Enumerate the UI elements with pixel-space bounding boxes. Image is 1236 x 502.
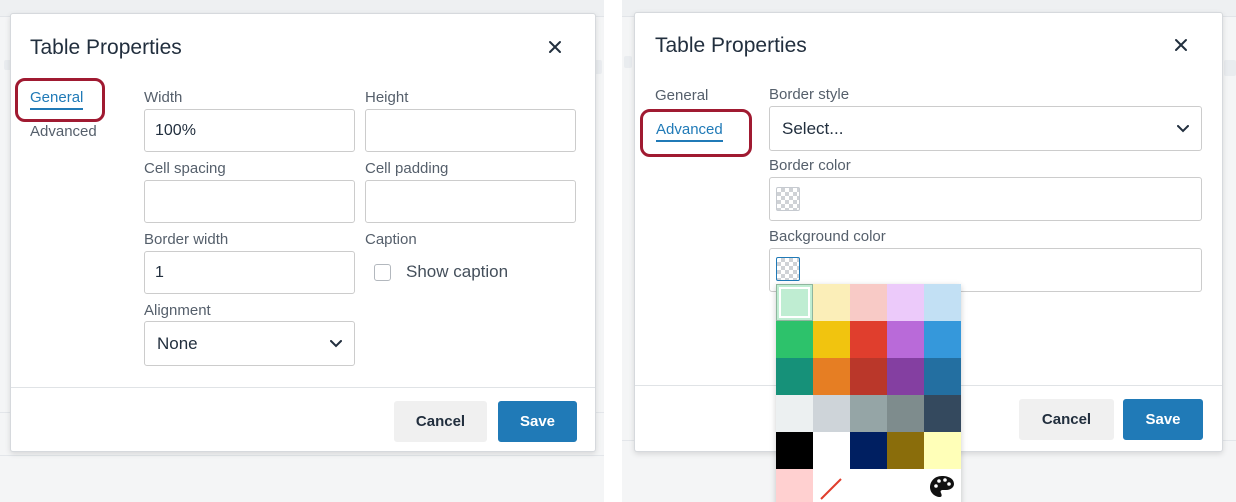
background-color-swatch[interactable] xyxy=(776,257,800,281)
alignment-value: None xyxy=(157,333,198,353)
palette-empty-cell xyxy=(887,469,924,502)
width-label: Width xyxy=(144,89,183,106)
footer-divider xyxy=(11,387,595,388)
color-swatch[interactable] xyxy=(887,284,924,321)
close-button[interactable] xyxy=(543,35,567,59)
border-width-input[interactable] xyxy=(144,251,355,294)
cell-padding-input[interactable] xyxy=(365,180,576,223)
color-swatch[interactable] xyxy=(850,284,887,321)
table-properties-dialog-general: Table Properties General Advanced Width … xyxy=(10,13,596,452)
color-swatch[interactable] xyxy=(850,358,887,395)
color-swatch[interactable] xyxy=(813,321,850,358)
color-swatch[interactable] xyxy=(850,395,887,432)
tab-advanced[interactable]: Advanced xyxy=(656,121,723,142)
tab-general[interactable]: General xyxy=(30,89,84,110)
color-swatch[interactable] xyxy=(924,432,961,469)
color-swatch[interactable] xyxy=(850,432,887,469)
screenshot-stage: Table Properties General Advanced Width … xyxy=(0,0,1236,502)
border-color-field[interactable] xyxy=(769,177,1202,221)
editor-content-block xyxy=(624,56,632,68)
cell-spacing-label: Cell spacing xyxy=(144,160,226,177)
remove-color-slash-icon xyxy=(820,478,842,500)
height-label: Height xyxy=(365,89,409,106)
close-icon xyxy=(549,41,561,53)
close-icon xyxy=(1175,39,1187,51)
color-swatch[interactable] xyxy=(850,321,887,358)
cancel-button[interactable]: Cancel xyxy=(394,401,487,442)
height-input[interactable] xyxy=(365,109,576,152)
cancel-button[interactable]: Cancel xyxy=(1019,399,1114,440)
alignment-select[interactable]: None xyxy=(144,321,355,366)
tab-general[interactable]: General xyxy=(655,87,708,104)
border-width-label: Border width xyxy=(144,231,229,248)
color-swatch[interactable] xyxy=(887,432,924,469)
color-swatch[interactable] xyxy=(924,395,961,432)
color-swatch[interactable] xyxy=(776,469,813,502)
cell-padding-label: Cell padding xyxy=(365,160,449,177)
border-color-swatch[interactable] xyxy=(776,187,800,211)
color-swatch[interactable] xyxy=(776,432,813,469)
alignment-label: Alignment xyxy=(144,302,211,319)
color-swatch[interactable] xyxy=(813,395,850,432)
show-caption-label[interactable]: Show caption xyxy=(406,262,508,282)
width-input[interactable] xyxy=(144,109,355,152)
border-style-label: Border style xyxy=(769,86,850,103)
background-color-palette xyxy=(776,284,961,502)
close-button[interactable] xyxy=(1169,33,1193,57)
color-swatch[interactable] xyxy=(887,321,924,358)
color-swatch[interactable] xyxy=(776,284,813,321)
border-style-select[interactable]: Select... xyxy=(769,106,1202,151)
color-swatch[interactable] xyxy=(776,321,813,358)
border-style-value: Select... xyxy=(782,118,844,138)
caption-label: Caption xyxy=(365,231,417,248)
editor-content-block xyxy=(1224,60,1236,76)
color-swatch[interactable] xyxy=(776,395,813,432)
dialog-title: Table Properties xyxy=(30,36,182,59)
dialog-title: Table Properties xyxy=(655,34,807,57)
cell-spacing-input[interactable] xyxy=(144,180,355,223)
remove-color-button[interactable] xyxy=(813,469,850,502)
show-caption-checkbox[interactable] xyxy=(374,264,391,281)
chevron-down-icon xyxy=(1177,124,1189,132)
tab-advanced[interactable]: Advanced xyxy=(30,123,97,140)
chevron-down-icon xyxy=(330,339,342,347)
color-swatch[interactable] xyxy=(813,284,850,321)
color-swatch[interactable] xyxy=(813,432,850,469)
custom-color-button[interactable] xyxy=(924,469,961,502)
color-swatch[interactable] xyxy=(924,284,961,321)
palette-empty-cell xyxy=(850,469,887,502)
color-swatch[interactable] xyxy=(887,395,924,432)
color-swatch[interactable] xyxy=(776,358,813,395)
border-color-label: Border color xyxy=(769,157,851,174)
palette-icon xyxy=(930,476,954,497)
editor-content-line xyxy=(0,455,604,456)
color-swatch[interactable] xyxy=(887,358,924,395)
background-color-label: Background color xyxy=(769,228,886,245)
save-button[interactable]: Save xyxy=(1123,399,1203,440)
color-swatch[interactable] xyxy=(924,321,961,358)
color-swatch[interactable] xyxy=(813,358,850,395)
save-button[interactable]: Save xyxy=(498,401,577,442)
color-swatch[interactable] xyxy=(924,358,961,395)
